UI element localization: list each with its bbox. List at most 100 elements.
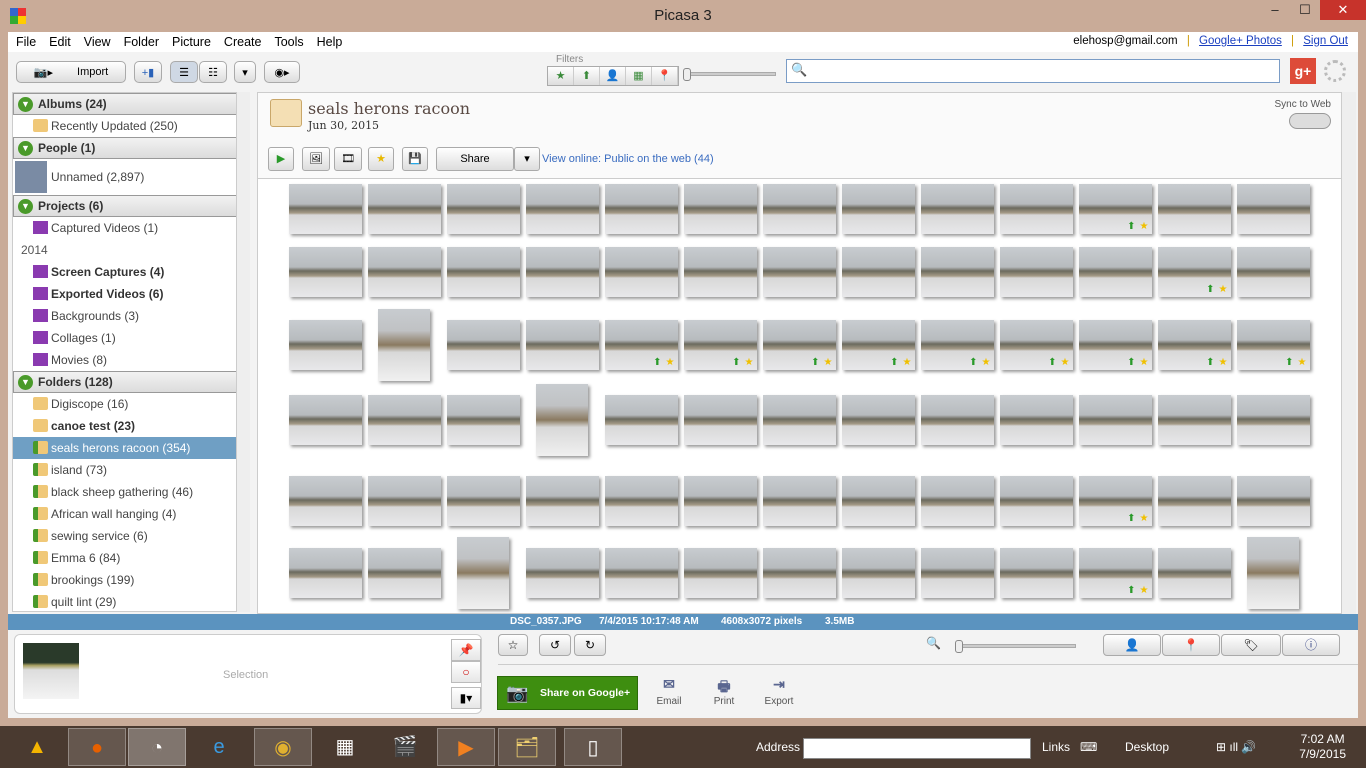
sidebar-item[interactable]: Collages (1)	[13, 327, 247, 349]
menu-view[interactable]: View	[84, 35, 111, 49]
photo-thumbnail[interactable]	[1157, 395, 1231, 445]
slideshow-button[interactable]: ▶	[268, 147, 294, 171]
info-panel-button[interactable]: ⓘ	[1282, 634, 1340, 656]
rotate-left-button[interactable]: ↺	[539, 634, 571, 656]
thumbnail-size-slider[interactable]	[955, 640, 1076, 653]
photo-thumbnail[interactable]	[999, 395, 1073, 445]
sidebar-item[interactable]: Emma 6 (84)	[13, 547, 247, 569]
export-button[interactable]: ⇥ Export	[759, 676, 799, 707]
collapse-icon[interactable]: ▼	[18, 199, 33, 214]
sidebar-item[interactable]: sewing service (6)	[13, 525, 247, 547]
collage-button[interactable]: 🖼	[302, 147, 330, 171]
photo-thumbnail[interactable]	[1236, 184, 1310, 234]
photo-thumbnail[interactable]	[525, 320, 599, 370]
photo-thumbnail[interactable]	[762, 548, 836, 598]
tray-icons[interactable]: ⊞ ıll 🔊	[1216, 740, 1256, 754]
photo-thumbnail[interactable]: ⬆ ★	[604, 320, 678, 370]
photo-thumbnail[interactable]	[367, 548, 441, 598]
photo-thumbnail[interactable]	[841, 184, 915, 234]
sidebar-item[interactable]: Exported Videos (6)	[13, 283, 247, 305]
photo-thumbnail[interactable]	[1157, 476, 1231, 526]
sidebar-item[interactable]: African wall hanging (4)	[13, 503, 247, 525]
photo-thumbnail[interactable]	[446, 320, 520, 370]
photo-thumbnail[interactable]	[999, 548, 1073, 598]
photo-thumbnail[interactable]	[604, 247, 678, 297]
photo-thumbnail[interactable]	[367, 247, 441, 297]
video-filter-icon[interactable]: ▦	[626, 67, 652, 85]
desktop-toolbar[interactable]: Desktop	[1125, 740, 1169, 754]
photo-thumbnail[interactable]	[378, 309, 430, 381]
photo-thumbnail[interactable]	[841, 476, 915, 526]
sidebar-item[interactable]: canoe test (23)	[13, 415, 247, 437]
section-people[interactable]: ▼ People (1)	[13, 137, 247, 159]
sidebar-item[interactable]: Digiscope (16)	[13, 393, 247, 415]
sidebar-item[interactable]: Captured Videos (1)	[13, 217, 247, 239]
sidebar-item[interactable]: Backgrounds (3)	[13, 305, 247, 327]
photo-thumbnail[interactable]	[446, 476, 520, 526]
file-explorer-icon[interactable]: 🗂	[498, 728, 556, 766]
person-unnamed[interactable]: Unnamed (2,897)	[13, 159, 247, 195]
photo-thumbnail[interactable]	[446, 184, 520, 234]
sign-out-link[interactable]: Sign Out	[1303, 35, 1348, 47]
photo-thumbnail[interactable]	[1157, 548, 1231, 598]
star-button[interactable]: ★	[368, 147, 394, 171]
section-projects[interactable]: ▼ Projects (6)	[13, 195, 247, 217]
menu-create[interactable]: Create	[224, 35, 262, 49]
keyboard-icon[interactable]: ⌨	[1080, 740, 1097, 754]
photo-thumbnail[interactable]	[999, 247, 1073, 297]
view-online-link[interactable]: View online: Public on the web (44)	[542, 153, 714, 165]
photo-scrollbar[interactable]	[1342, 92, 1356, 614]
menu-file[interactable]: File	[16, 35, 36, 49]
rotate-right-button[interactable]: ↻	[574, 634, 606, 656]
section-folders[interactable]: ▼ Folders (128)	[13, 371, 247, 393]
tags-panel-button[interactable]: 🏷	[1221, 634, 1281, 656]
photo-thumbnail[interactable]: ⬆ ★	[683, 320, 757, 370]
picasa-taskbar-icon[interactable]: ◔	[128, 728, 186, 766]
photo-thumbnail[interactable]	[604, 476, 678, 526]
photo-thumbnail[interactable]	[683, 184, 757, 234]
photo-thumbnail[interactable]	[288, 320, 362, 370]
photo-thumbnail[interactable]	[920, 247, 994, 297]
section-albums[interactable]: ▼ Albums (24)	[13, 93, 247, 115]
sidebar-item[interactable]: Recently Updated (250)	[13, 115, 247, 137]
sidebar-item[interactable]: black sheep gathering (46)	[13, 481, 247, 503]
date-filter-slider[interactable]	[683, 68, 776, 81]
movie-maker-icon[interactable]: 🎬	[376, 728, 434, 766]
photo-thumbnail[interactable]	[367, 476, 441, 526]
maximize-button[interactable]: ☐	[1290, 0, 1320, 20]
photo-thumbnail[interactable]	[457, 537, 509, 609]
photo-thumbnail[interactable]	[762, 395, 836, 445]
photo-thumbnail[interactable]	[841, 395, 915, 445]
minimize-button[interactable]: –	[1260, 0, 1290, 20]
photo-thumbnail[interactable]	[683, 476, 757, 526]
add-to-album-dropdown[interactable]: ▮▾	[451, 687, 481, 709]
photo-thumbnail[interactable]	[920, 476, 994, 526]
photo-thumbnail[interactable]: ⬆ ★	[841, 320, 915, 370]
google-drive-icon[interactable]: ▲	[8, 728, 66, 766]
apps-grid-icon[interactable]: ▦	[316, 728, 374, 766]
hold-button[interactable]: 📌	[451, 639, 481, 661]
photo-thumbnail[interactable]	[1236, 476, 1310, 526]
photo-thumbnail[interactable]	[1236, 395, 1310, 445]
photo-thumbnail[interactable]: ⬆ ★	[762, 320, 836, 370]
faces-filter-icon[interactable]: 👤	[600, 67, 626, 85]
share-google-plus-button[interactable]: 📷 Share on Google+	[497, 676, 638, 710]
collapse-icon[interactable]: ▼	[18, 97, 33, 112]
photo-thumbnail[interactable]	[604, 395, 678, 445]
photo-thumbnail[interactable]: ⬆ ★	[920, 320, 994, 370]
google-plus-icon[interactable]: g+	[1290, 58, 1316, 84]
photo-thumbnail[interactable]: ⬆ ★	[1157, 247, 1231, 297]
photo-thumbnail[interactable]	[525, 476, 599, 526]
sync-toggle[interactable]	[1289, 113, 1331, 129]
slider-handle[interactable]	[683, 68, 691, 81]
movie-button[interactable]: 🎞	[334, 147, 362, 171]
menu-edit[interactable]: Edit	[49, 35, 71, 49]
address-input[interactable]	[803, 738, 1031, 759]
photo-thumbnail[interactable]	[1157, 184, 1231, 234]
photo-thumbnail[interactable]	[999, 184, 1073, 234]
document-icon[interactable]: ▯	[564, 728, 622, 766]
clear-button[interactable]: ○	[451, 661, 481, 683]
photo-thumbnail[interactable]: ⬆ ★	[1078, 184, 1152, 234]
photo-thumbnail[interactable]	[841, 247, 915, 297]
menu-tools[interactable]: Tools	[274, 35, 303, 49]
